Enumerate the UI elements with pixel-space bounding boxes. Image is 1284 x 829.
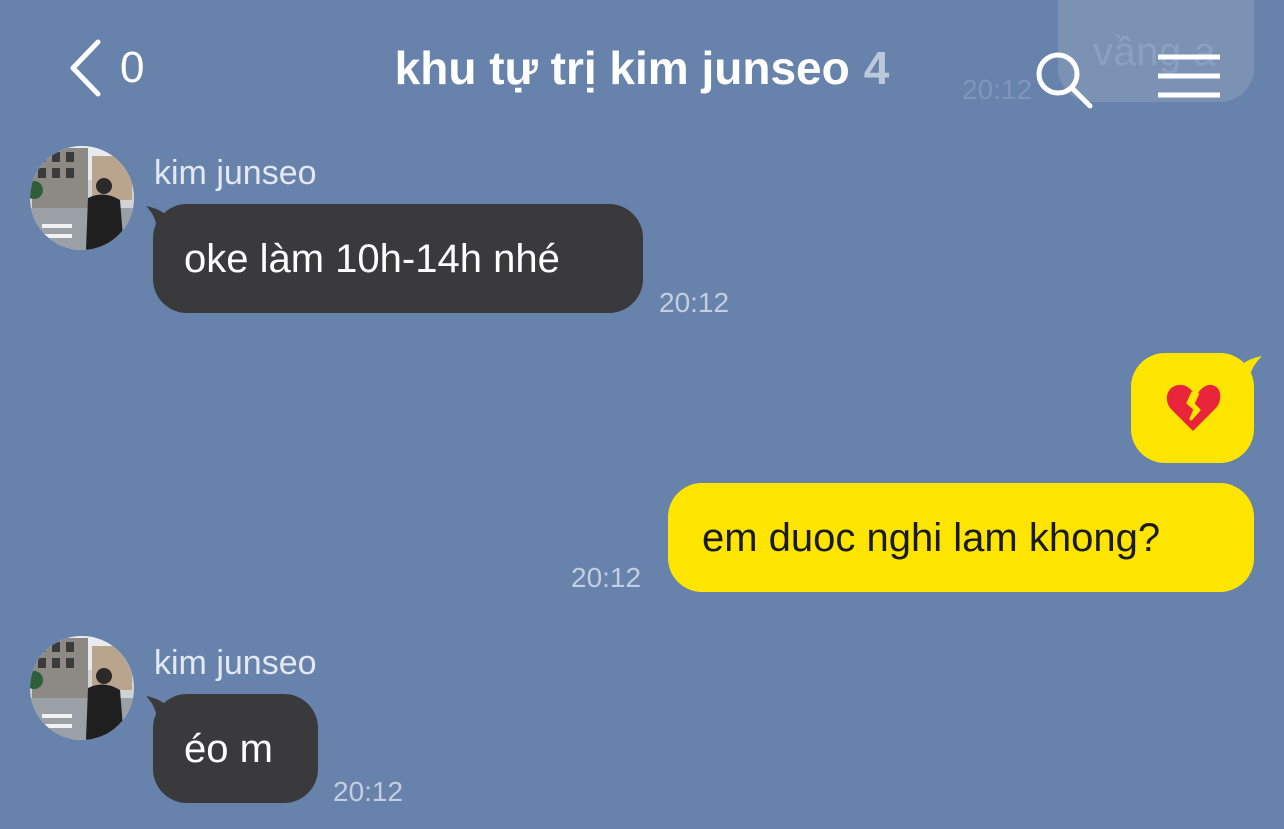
message-text: em duoc nghi lam khong? [702, 515, 1161, 560]
message-time: 20:12 [333, 776, 404, 807]
hamburger-menu-icon [1156, 52, 1222, 100]
search-button[interactable] [1032, 48, 1096, 112]
broken-heart-icon [1165, 383, 1221, 433]
avatar[interactable] [30, 146, 134, 250]
search-icon [1032, 48, 1096, 112]
avatar[interactable] [30, 636, 134, 740]
back-button[interactable]: 0 [68, 36, 178, 100]
message-time: 20:12 [571, 562, 642, 593]
chat-header: 0 khu tự trị kim junseo 4 [0, 0, 1284, 130]
chevron-left-icon [68, 38, 104, 98]
message-bubble[interactable]: éo m [153, 694, 318, 803]
message-bubble[interactable]: oke làm 10h-14h nhé [153, 204, 643, 313]
sender-name: kim junseo [154, 154, 317, 192]
sender-name: kim junseo [154, 644, 317, 682]
message-bubble[interactable] [1131, 353, 1254, 463]
message-text: éo m [184, 726, 273, 771]
message-text: oke làm 10h-14h nhé [184, 236, 560, 281]
message-bubble[interactable]: em duoc nghi lam khong? [668, 483, 1254, 592]
message-time: 20:12 [659, 287, 730, 318]
menu-button[interactable] [1156, 52, 1222, 100]
member-count: 4 [863, 42, 890, 94]
chat-title-row: khu tự trị kim junseo 4 [200, 42, 1084, 94]
unread-count: 0 [120, 43, 145, 92]
chat-title: khu tự trị kim junseo [394, 42, 850, 94]
